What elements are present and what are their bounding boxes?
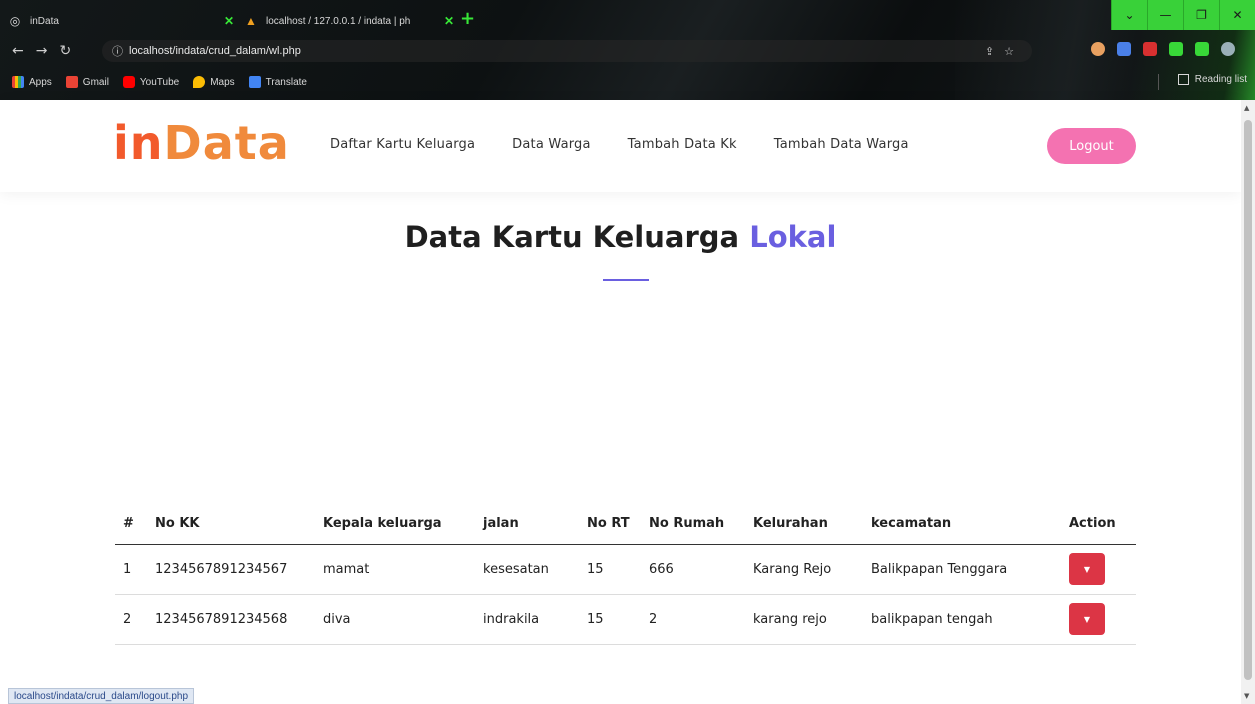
nav-tambah-data-kk[interactable]: Tambah Data Kk <box>628 137 737 152</box>
cell-kecamatan: Balikpapan Tenggara <box>863 544 1061 595</box>
pdf-ext-icon[interactable] <box>1143 42 1157 56</box>
page-title: Data Kartu Keluarga Lokal <box>404 220 837 254</box>
table-row: 1 1234567891234567 mamat kesesatan 15 66… <box>115 544 1136 595</box>
bookmark-divider <box>1158 74 1159 90</box>
reload-icon[interactable]: ↻ <box>59 43 71 59</box>
data-table: # No KK Kepala keluarga jalan No RT No R… <box>115 504 1136 645</box>
bookmark-translate[interactable]: Translate <box>248 76 307 88</box>
main-nav: Daftar Kartu Keluarga Data Warga Tambah … <box>330 137 946 152</box>
minimize-icon[interactable]: — <box>1147 0 1183 30</box>
col-header: No Rumah <box>641 504 745 545</box>
chevron-down-icon[interactable]: ⌄ <box>1111 0 1147 30</box>
cell-action: ▼ <box>1061 544 1136 595</box>
cell-kecamatan: balikpapan tengah <box>863 594 1061 645</box>
title-underline <box>603 279 649 281</box>
cell-kepala-keluarga: mamat <box>315 544 475 595</box>
col-header: No KK <box>147 504 315 545</box>
cell-no-kk: 1234567891234567 <box>147 544 315 595</box>
cell-kepala-keluarga: diva <box>315 594 475 645</box>
site-logo[interactable]: inData <box>113 116 290 170</box>
tab-indata[interactable]: ◎ inData ✕ <box>8 6 234 36</box>
reading-mode-icon[interactable] <box>1195 42 1209 56</box>
cell-action: ▼ <box>1061 594 1136 645</box>
scroll-up-icon[interactable]: ▲ <box>1244 104 1249 112</box>
col-header: # <box>115 504 147 545</box>
col-header: Kelurahan <box>745 504 863 545</box>
translate-icon <box>248 76 261 88</box>
cell-no-rt: 15 <box>579 544 641 595</box>
back-icon[interactable]: ← <box>12 43 24 59</box>
bookmark-gmail[interactable]: Gmail <box>65 76 109 88</box>
cell-kelurahan: Karang Rejo <box>745 544 863 595</box>
cell-jalan: indrakila <box>475 594 579 645</box>
col-header: jalan <box>475 504 579 545</box>
cell-jalan: kesesatan <box>475 544 579 595</box>
cell-kelurahan: karang rejo <box>745 594 863 645</box>
logout-button[interactable]: Logout <box>1047 128 1136 164</box>
scroll-down-icon[interactable]: ▼ <box>1244 692 1249 700</box>
info-icon[interactable]: ⓘ <box>112 43 123 59</box>
tab-title: inData <box>30 15 59 27</box>
action-dropdown-button[interactable]: ▼ <box>1069 603 1105 635</box>
apps-grid-icon <box>12 76 24 88</box>
window-controls: ⌄ — ❐ ✕ <box>1111 0 1255 30</box>
scrollbar-thumb[interactable] <box>1244 120 1252 680</box>
share-star-icons[interactable]: ⇪☆ <box>985 45 1024 58</box>
nav-tambah-data-warga[interactable]: Tambah Data Warga <box>774 137 909 152</box>
site-header: inData Daftar Kartu Keluarga Data Warga … <box>0 100 1241 192</box>
maps-pin-icon <box>193 76 206 88</box>
caret-down-icon: ▼ <box>1083 564 1091 574</box>
bookmark-maps[interactable]: Maps <box>193 76 235 88</box>
nav-daftar-kartu-keluarga[interactable]: Daftar Kartu Keluarga <box>330 137 475 152</box>
col-header: No RT <box>579 504 641 545</box>
gmail-icon <box>65 76 78 88</box>
close-icon[interactable]: ✕ <box>444 14 454 28</box>
close-window-icon[interactable]: ✕ <box>1219 0 1255 30</box>
profile-avatar[interactable] <box>1221 42 1235 56</box>
cell-no-rumah: 666 <box>641 544 745 595</box>
phpmyadmin-icon: ▲ <box>245 14 257 28</box>
cell-index: 1 <box>115 544 147 595</box>
page: inData Daftar Kartu Keluarga Data Warga … <box>0 100 1241 704</box>
col-header: Kepala keluarga <box>315 504 475 545</box>
cell-no-rumah: 2 <box>641 594 745 645</box>
cell-no-rt: 15 <box>579 594 641 645</box>
action-dropdown-button[interactable]: ▼ <box>1069 553 1105 585</box>
forward-icon[interactable]: → <box>36 43 48 59</box>
new-tab-button[interactable]: + <box>460 8 475 29</box>
toolbar: ← → ↻ ⓘ localhost/indata/crud_dalam/wl.p… <box>0 36 1255 66</box>
table-row: 2 1234567891234568 diva indrakila 15 2 k… <box>115 594 1136 645</box>
translate-ext-icon[interactable] <box>1117 42 1131 56</box>
caret-down-icon: ▼ <box>1083 614 1091 624</box>
puzzle-icon[interactable] <box>1169 42 1183 56</box>
youtube-icon <box>122 76 135 88</box>
table-header-row: # No KK Kepala keluarga jalan No RT No R… <box>115 504 1136 545</box>
tab-title: localhost / 127.0.0.1 / indata | ph <box>266 15 411 27</box>
nav-data-warga[interactable]: Data Warga <box>512 137 591 152</box>
close-icon[interactable]: ✕ <box>224 14 234 28</box>
browser-chrome: ◎ inData ✕ ▲ localhost / 127.0.0.1 / ind… <box>0 0 1255 100</box>
status-bar-url: localhost/indata/crud_dalam/logout.php <box>8 688 195 704</box>
col-header: Action <box>1061 504 1136 545</box>
restore-icon[interactable]: ❐ <box>1183 0 1219 30</box>
tab-strip: ◎ inData ✕ ▲ localhost / 127.0.0.1 / ind… <box>0 0 1255 36</box>
reading-list[interactable]: Reading list <box>1177 74 1247 85</box>
page-scrollbar[interactable]: ▲ ▼ <box>1241 100 1255 704</box>
cell-index: 2 <box>115 594 147 645</box>
url-text: localhost/indata/crud_dalam/wl.php <box>129 45 301 57</box>
col-header: kecamatan <box>863 504 1061 545</box>
cell-no-kk: 1234567891234568 <box>147 594 315 645</box>
bookmark-apps[interactable]: Apps <box>12 76 52 88</box>
globe-icon: ◎ <box>9 14 21 28</box>
reading-list-icon <box>1177 74 1189 85</box>
address-bar[interactable]: ⓘ localhost/indata/crud_dalam/wl.php ⇪☆ <box>102 40 1032 62</box>
bookmarks-bar: Apps Gmail YouTube Maps Translate Readin… <box>0 70 1255 94</box>
extension-icon[interactable] <box>1091 42 1105 56</box>
tab-phpmyadmin[interactable]: ▲ localhost / 127.0.0.1 / indata | ph ✕ <box>244 6 454 36</box>
extensions <box>1091 42 1235 56</box>
bookmark-youtube[interactable]: YouTube <box>122 76 179 88</box>
